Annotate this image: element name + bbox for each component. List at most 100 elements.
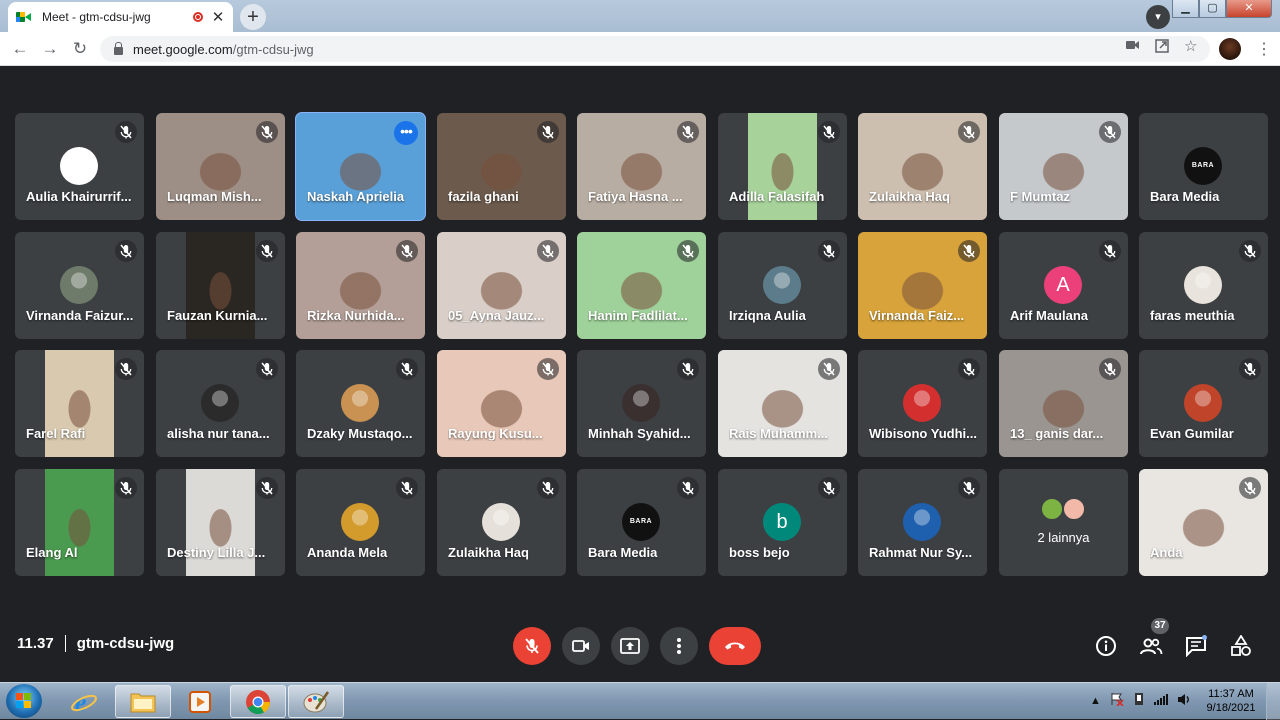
meet-control-bar: 11.37 gtm-cdsu-jwg 37 bbox=[0, 617, 1280, 677]
participant-tile[interactable]: Luqman Mish... bbox=[156, 113, 285, 220]
tab-close-button[interactable]: ✕ bbox=[211, 8, 225, 26]
participant-avatar: b bbox=[763, 503, 801, 541]
participant-name: Elang Al bbox=[26, 545, 78, 560]
participant-name: 13_ ganis dar... bbox=[1010, 426, 1104, 441]
chat-icon[interactable] bbox=[1183, 633, 1209, 659]
participant-name: 05_Ayna Jauz... bbox=[448, 308, 545, 323]
participant-tile[interactable]: 05_Ayna Jauz... bbox=[437, 232, 566, 339]
participant-tile[interactable]: fazila ghani bbox=[437, 113, 566, 220]
participant-tile[interactable]: Minhah Syahid... bbox=[577, 350, 706, 457]
participant-tile[interactable]: Fatiya Hasna ... bbox=[577, 113, 706, 220]
participant-name: 2 lainnya bbox=[1037, 530, 1090, 545]
participant-tile[interactable]: Evan Gumilar bbox=[1139, 350, 1268, 457]
participant-tile[interactable]: Elang Al bbox=[15, 469, 144, 576]
participant-tile[interactable]: Destiny Lilla J... bbox=[156, 469, 285, 576]
internet-explorer-icon[interactable]: e bbox=[56, 685, 112, 718]
participant-avatar bbox=[1040, 497, 1064, 521]
browser-tab-strip: Meet - gtm-cdsu-jwg ✕ + ▾ ▁ ▢ ✕ bbox=[0, 0, 1280, 32]
mic-muted-icon bbox=[1099, 358, 1121, 380]
window-close-button[interactable]: ✕ bbox=[1226, 0, 1272, 18]
camera-toggle-button[interactable] bbox=[562, 627, 600, 665]
participant-name: fazila ghani bbox=[448, 189, 519, 204]
more-vert-icon bbox=[677, 638, 681, 654]
participant-tile[interactable]: b boss bejo bbox=[718, 469, 847, 576]
participant-tile[interactable]: Farel Rafi bbox=[15, 350, 144, 457]
participant-tile[interactable]: Zulaikha Haq bbox=[858, 113, 987, 220]
speaking-indicator-icon[interactable]: ••• bbox=[394, 121, 418, 145]
participant-tile[interactable]: Ananda Mela bbox=[296, 469, 425, 576]
windows-start-button[interactable] bbox=[6, 684, 42, 718]
open-in-window-icon[interactable] bbox=[1155, 39, 1169, 56]
participant-tile[interactable]: 2 lainnya bbox=[999, 469, 1128, 576]
participant-tile[interactable]: Irziqna Aulia bbox=[718, 232, 847, 339]
participant-name: Adilla Falasifah bbox=[729, 189, 825, 204]
recording-indicator-icon bbox=[193, 12, 203, 22]
participant-tile[interactable]: A Arif Maulana bbox=[999, 232, 1128, 339]
microphone-toggle-button[interactable] bbox=[513, 627, 551, 665]
participant-tile[interactable]: Rais Muhamm... bbox=[718, 350, 847, 457]
reload-icon[interactable]: ↻ bbox=[69, 38, 91, 60]
meeting-code: gtm-cdsu-jwg bbox=[76, 635, 175, 652]
file-explorer-icon[interactable] bbox=[115, 685, 171, 718]
participant-tile[interactable]: 13_ ganis dar... bbox=[999, 350, 1128, 457]
volume-icon[interactable] bbox=[1177, 693, 1191, 709]
media-player-icon[interactable] bbox=[172, 685, 228, 718]
present-screen-button[interactable] bbox=[611, 627, 649, 665]
mic-muted-icon bbox=[1099, 121, 1121, 143]
participant-tile[interactable]: Virnanda Faiz... bbox=[858, 232, 987, 339]
participant-tile[interactable]: Rahmat Nur Sy... bbox=[858, 469, 987, 576]
activities-icon[interactable] bbox=[1228, 633, 1254, 659]
participant-tile[interactable]: BARA Bara Media bbox=[1139, 113, 1268, 220]
tab-search-icon[interactable]: ▾ bbox=[1146, 5, 1170, 29]
participant-tile[interactable]: Wibisono Yudhi... bbox=[858, 350, 987, 457]
participant-tile[interactable]: Rayung Kusu... bbox=[437, 350, 566, 457]
participant-tile[interactable]: Rizka Nurhida... bbox=[296, 232, 425, 339]
maximize-button[interactable]: ▢ bbox=[1199, 0, 1226, 18]
participant-tile[interactable]: faras meuthia bbox=[1139, 232, 1268, 339]
participant-tile[interactable]: Fauzan Kurnia... bbox=[156, 232, 285, 339]
mic-muted-icon bbox=[115, 240, 137, 262]
mic-muted-icon bbox=[818, 477, 840, 499]
participant-name: boss bejo bbox=[729, 545, 790, 560]
camera-in-use-icon[interactable] bbox=[1126, 39, 1140, 54]
participant-tile[interactable]: Adilla Falasifah bbox=[718, 113, 847, 220]
participant-tile[interactable]: Virnanda Faizur... bbox=[15, 232, 144, 339]
meeting-details-info-icon[interactable] bbox=[1093, 633, 1119, 659]
taskbar-clock[interactable]: 11:37 AM 9/18/2021 bbox=[1203, 687, 1259, 715]
participant-tile[interactable]: Aulia Khairurrif... bbox=[15, 113, 144, 220]
participant-avatar bbox=[1184, 384, 1222, 422]
device-status-icon[interactable] bbox=[1133, 692, 1145, 709]
action-center-flag-icon[interactable] bbox=[1110, 692, 1124, 709]
participant-tile[interactable]: alisha nur tana... bbox=[156, 350, 285, 457]
mic-muted-icon bbox=[115, 358, 137, 380]
participant-tile[interactable]: BARA Bara Media bbox=[577, 469, 706, 576]
more-options-button[interactable] bbox=[660, 627, 698, 665]
participant-tile[interactable]: ••• Naskah Aprielia bbox=[295, 112, 426, 221]
participant-tile[interactable]: Dzaky Mustaqo... bbox=[296, 350, 425, 457]
participant-tile[interactable]: Hanim Fadlilat... bbox=[577, 232, 706, 339]
new-tab-button[interactable]: + bbox=[240, 4, 266, 30]
show-hidden-icons-icon[interactable]: ▲ bbox=[1090, 695, 1101, 707]
browser-tab-meet[interactable]: Meet - gtm-cdsu-jwg ✕ bbox=[8, 2, 233, 32]
mic-muted-icon bbox=[677, 358, 699, 380]
participants-icon[interactable]: 37 bbox=[1138, 618, 1169, 659]
bookmark-star-icon[interactable]: ☆ bbox=[1184, 37, 1197, 55]
paint-icon[interactable] bbox=[288, 685, 344, 718]
network-signal-icon[interactable] bbox=[1153, 693, 1168, 708]
leave-call-button[interactable] bbox=[709, 627, 761, 665]
participant-tile[interactable]: Anda bbox=[1139, 469, 1268, 576]
profile-avatar[interactable] bbox=[1219, 38, 1241, 60]
participant-tile[interactable]: F Mumtaz bbox=[999, 113, 1128, 220]
chrome-taskbar-icon[interactable] bbox=[230, 685, 286, 718]
participant-tile[interactable]: Zulaikha Haq bbox=[437, 469, 566, 576]
camera-icon bbox=[572, 640, 589, 652]
chrome-menu-icon[interactable]: ⋮ bbox=[1256, 39, 1272, 59]
participant-name: Minhah Syahid... bbox=[588, 426, 691, 441]
minimize-button[interactable]: ▁ bbox=[1172, 0, 1199, 18]
participant-avatar bbox=[201, 384, 239, 422]
windows-taskbar: e ▲ 11:37 AM 9/18/2021 bbox=[0, 682, 1280, 720]
address-bar[interactable]: meet.google.com/gtm-cdsu-jwg bbox=[100, 36, 1210, 62]
forward-arrow-icon[interactable]: → bbox=[39, 38, 61, 60]
show-desktop-button[interactable] bbox=[1266, 683, 1280, 720]
back-arrow-icon[interactable]: ← bbox=[9, 38, 31, 60]
